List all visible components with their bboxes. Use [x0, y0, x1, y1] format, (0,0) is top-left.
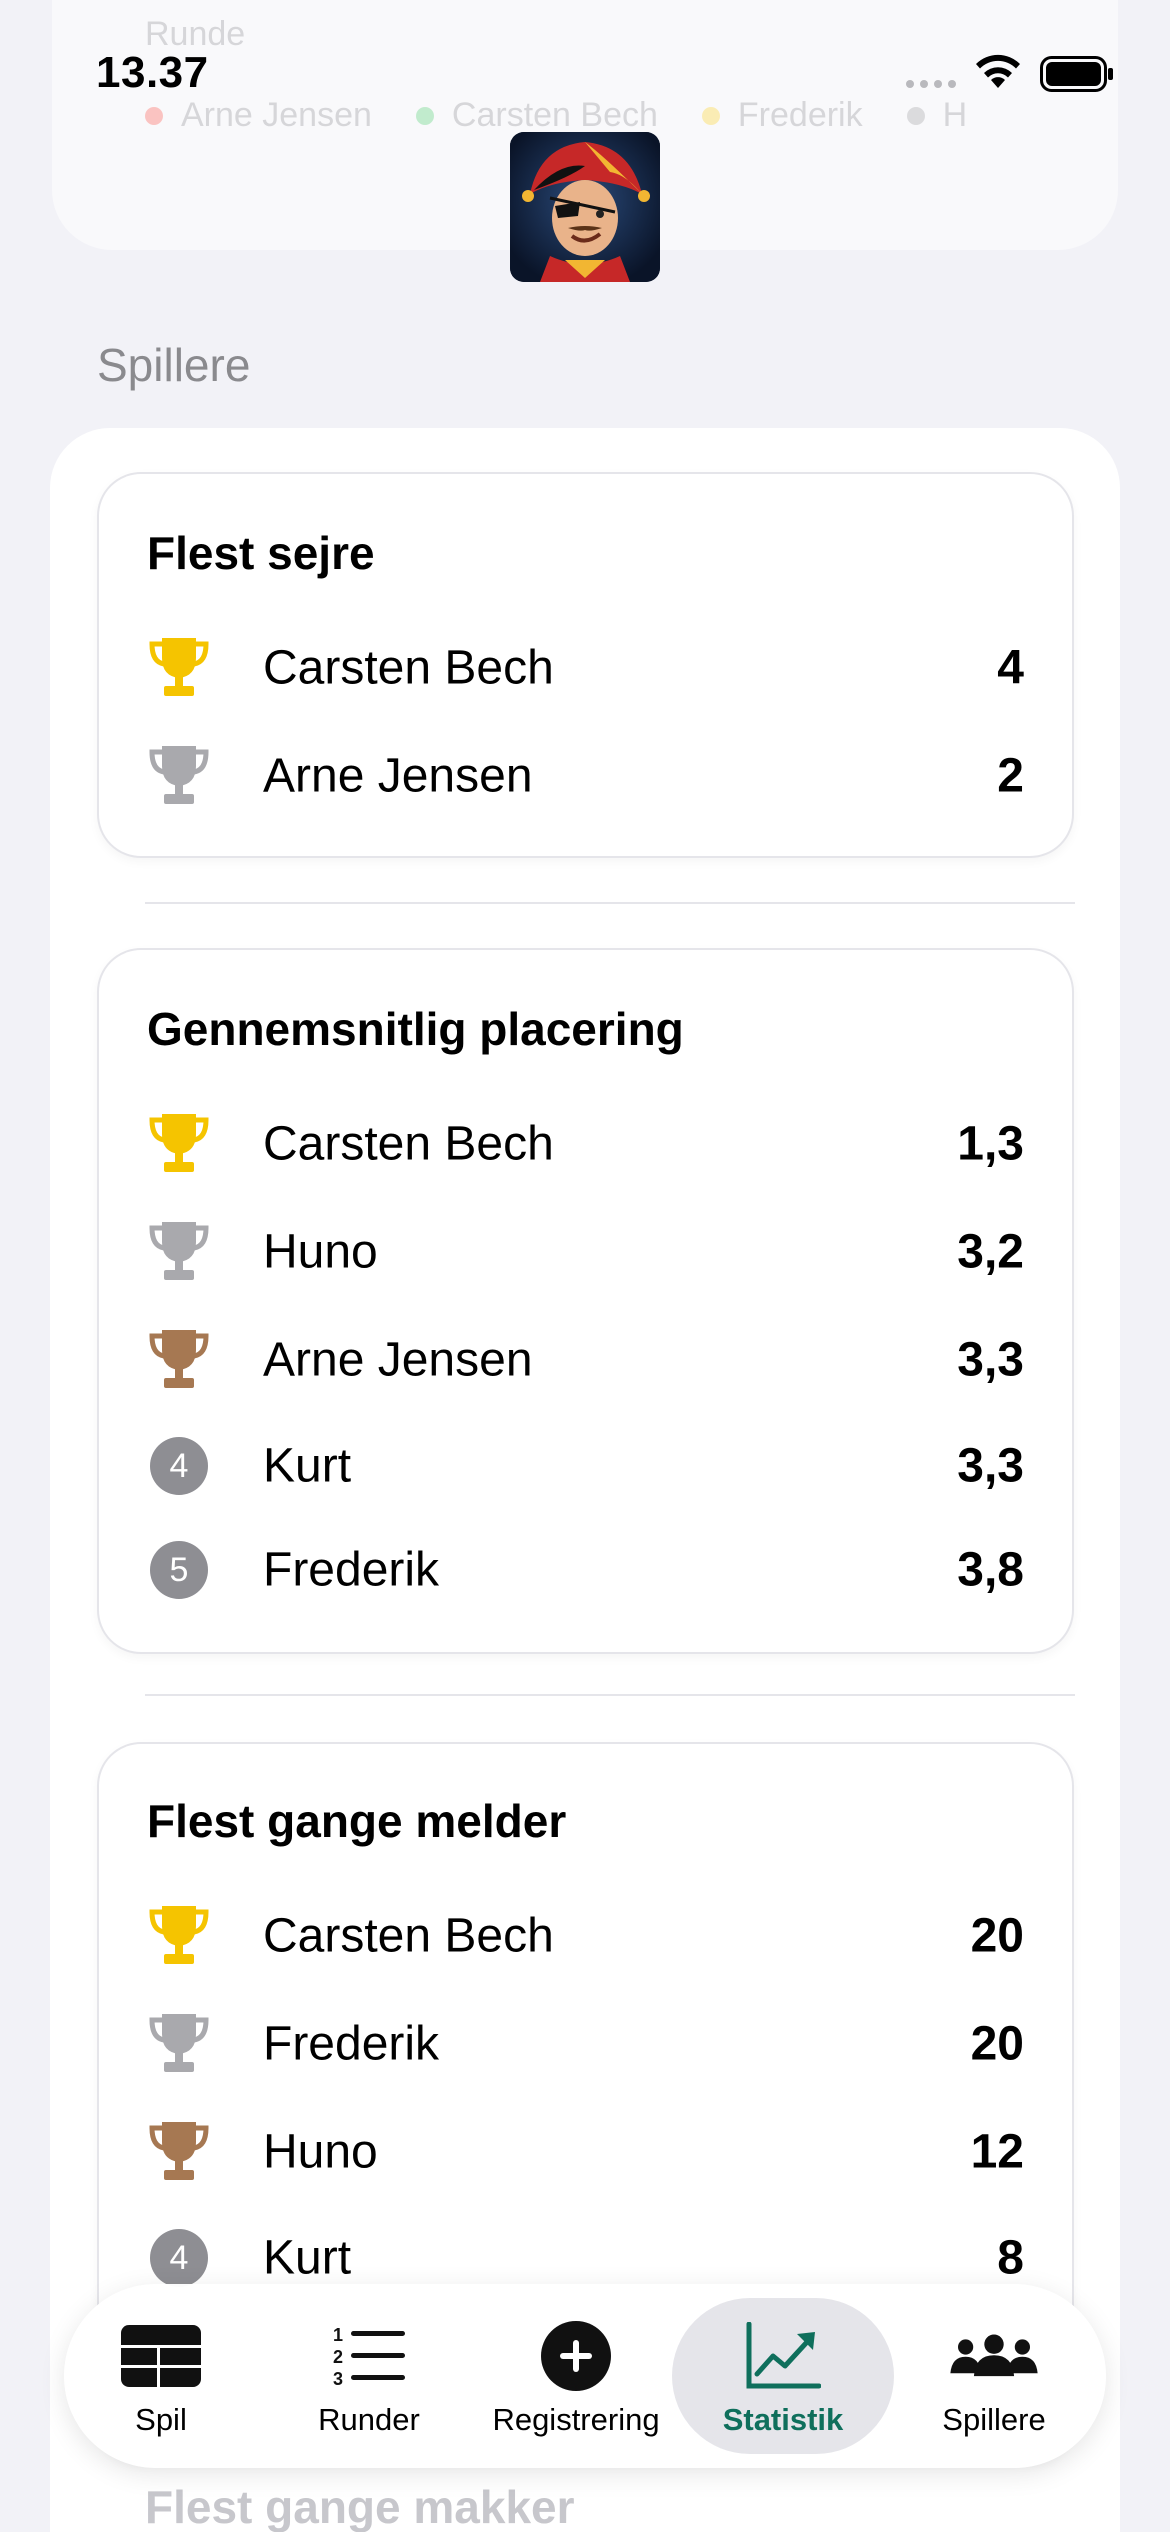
ranking-row: Huno 12	[147, 2112, 1024, 2192]
numbered-list-icon: 123	[324, 2316, 414, 2396]
stat-card-average-placement: Gennemsnitlig placering Carsten Bech 1,3…	[97, 948, 1074, 1654]
rank-number-badge: 5	[147, 1538, 211, 1602]
tab-label: Spil	[135, 2402, 187, 2437]
player-name: Carsten Bech	[263, 1909, 554, 1963]
people-icon	[949, 2316, 1039, 2396]
gold-trophy-icon	[147, 636, 211, 700]
app-logo-jester	[510, 132, 660, 282]
player-name: Kurt	[263, 2231, 352, 2285]
svg-text:3: 3	[333, 2369, 343, 2389]
tab-registrering[interactable]: Registrering	[476, 2298, 676, 2454]
section-header-players: Spillere	[97, 339, 251, 391]
stat-value: 1,3	[957, 1117, 1024, 1171]
card-title: Flest gange melder	[147, 1795, 567, 1847]
divider	[145, 902, 1075, 904]
stat-card-most-wins: Flest sejre Carsten Bech 4 Arne Jensen 2	[97, 472, 1074, 858]
silver-trophy-icon	[147, 744, 211, 808]
status-bar: 13.37	[0, 0, 1170, 140]
wifi-icon	[976, 54, 1020, 88]
tab-runder[interactable]: 123 Runder	[284, 2298, 454, 2454]
stat-value: 8	[997, 2231, 1024, 2285]
ranking-row: Carsten Bech 1,3	[147, 1104, 1024, 1184]
tab-spil[interactable]: Spil	[84, 2298, 238, 2454]
ranking-row: Arne Jensen 2	[147, 736, 1024, 816]
stat-value: 3,3	[957, 1333, 1024, 1387]
svg-text:1: 1	[333, 2325, 343, 2345]
card-title-next: Flest gange makker	[145, 2481, 575, 2532]
silver-trophy-icon	[147, 2012, 211, 2076]
stat-value: 3,2	[957, 1225, 1024, 1279]
divider	[145, 1694, 1075, 1696]
tab-bar: Spil 123 Runder Registrering Statistik S…	[64, 2284, 1106, 2468]
gold-trophy-icon	[147, 1112, 211, 1176]
table-grid-icon	[116, 2316, 206, 2396]
player-name: Carsten Bech	[263, 1117, 554, 1171]
tab-spillere[interactable]: Spillere	[902, 2298, 1086, 2454]
stat-value: 12	[970, 2125, 1024, 2179]
player-name: Kurt	[263, 1439, 352, 1493]
status-time: 13.37	[96, 48, 209, 97]
ranking-row: Arne Jensen 3,3	[147, 1320, 1024, 1400]
player-name: Arne Jensen	[263, 1333, 533, 1387]
stat-value: 20	[970, 2017, 1024, 2071]
chart-line-icon	[738, 2316, 828, 2396]
stat-value: 3,3	[957, 1439, 1024, 1493]
stat-value: 20	[970, 1909, 1024, 1963]
silver-trophy-icon	[147, 1220, 211, 1284]
ranking-row: 4 Kurt 3,3	[147, 1426, 1024, 1506]
cellular-signal-icon	[906, 80, 956, 88]
card-title: Flest sejre	[147, 527, 375, 579]
bronze-trophy-icon	[147, 2120, 211, 2184]
tab-label: Spillere	[942, 2402, 1046, 2437]
tab-label: Statistik	[722, 2402, 844, 2437]
stat-value: 3,8	[957, 1543, 1024, 1597]
gold-trophy-icon	[147, 1904, 211, 1968]
battery-icon	[1040, 56, 1113, 92]
player-name: Carsten Bech	[263, 641, 554, 695]
player-name: Huno	[263, 1225, 378, 1279]
card-title: Gennemsnitlig placering	[147, 1003, 684, 1055]
ranking-row: Carsten Bech 20	[147, 1896, 1024, 1976]
player-name: Frederik	[263, 1543, 440, 1597]
plus-circle-icon	[531, 2316, 621, 2396]
bronze-trophy-icon	[147, 1328, 211, 1392]
svg-text:2: 2	[333, 2347, 343, 2367]
player-name: Frederik	[263, 2017, 440, 2071]
stat-value: 2	[997, 749, 1024, 803]
rank-number-badge: 4	[147, 2226, 211, 2290]
tab-label: Registrering	[492, 2402, 660, 2437]
tab-label: Runder	[318, 2402, 420, 2437]
player-name: Huno	[263, 2125, 378, 2179]
ranking-row: 5 Frederik 3,8	[147, 1530, 1024, 1610]
player-name: Arne Jensen	[263, 749, 533, 803]
stat-value: 4	[997, 641, 1024, 695]
ranking-row: Carsten Bech 4	[147, 628, 1024, 708]
tab-statistik[interactable]: Statistik	[672, 2298, 894, 2454]
ranking-row: Frederik 20	[147, 2004, 1024, 2084]
rank-number-badge: 4	[147, 1434, 211, 1498]
ranking-row: Huno 3,2	[147, 1212, 1024, 1292]
